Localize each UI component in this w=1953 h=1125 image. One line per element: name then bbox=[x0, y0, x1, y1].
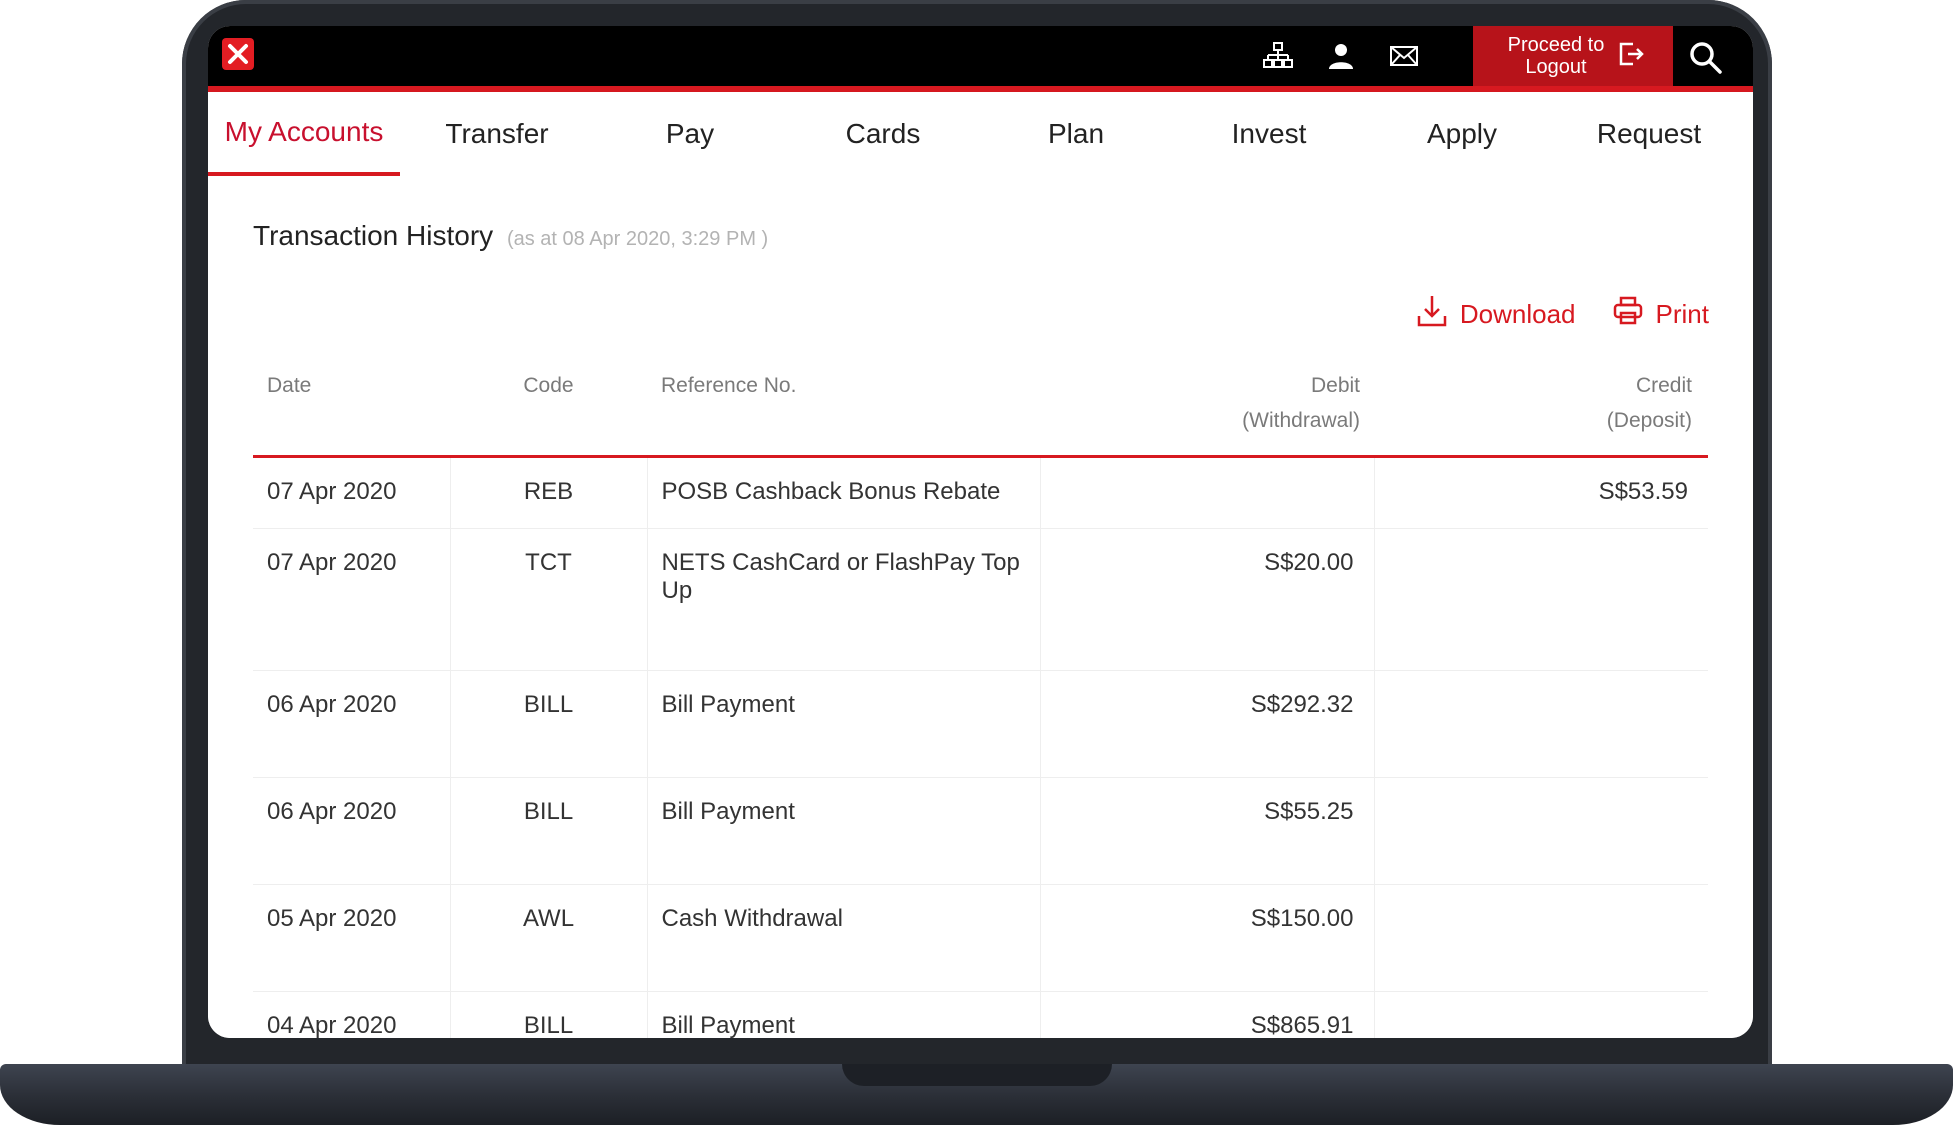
debit-header-line2: (Withdrawal) bbox=[1242, 409, 1360, 432]
credit-header-line2: (Deposit) bbox=[1606, 409, 1692, 432]
cell-reference: Bill Payment bbox=[647, 670, 1041, 778]
transaction-history-panel: Transaction History (as at 08 Apr 2020, … bbox=[208, 176, 1753, 1038]
nav-item-apply[interactable]: Apply bbox=[1366, 92, 1558, 176]
cell-reference: Bill Payment bbox=[647, 991, 1041, 1038]
cell-debit: S$20.00 bbox=[1040, 528, 1375, 671]
column-header-reference[interactable]: Reference No. bbox=[647, 356, 1040, 458]
download-label: Download bbox=[1459, 299, 1576, 329]
table-row[interactable]: 07 Apr 2020 TCT NETS CashCard or FlashPa… bbox=[253, 528, 1708, 671]
cell-code: AWL bbox=[450, 884, 648, 992]
cell-credit: S$53.59 bbox=[1374, 456, 1708, 529]
print-button[interactable]: Print bbox=[1612, 294, 1709, 335]
user-icon[interactable] bbox=[1323, 40, 1359, 72]
cell-credit bbox=[1374, 777, 1708, 885]
transaction-table: Date Code Reference No. Debit (Withdrawa… bbox=[253, 356, 1708, 1038]
cell-credit bbox=[1374, 670, 1708, 778]
debit-header-line1: Debit bbox=[1310, 374, 1360, 397]
cell-date: 06 Apr 2020 bbox=[253, 777, 451, 885]
table-row[interactable]: 05 Apr 2020 AWL Cash Withdrawal S$150.00 bbox=[253, 884, 1708, 992]
cell-reference: NETS CashCard or FlashPay Top Up bbox=[647, 528, 1041, 671]
cell-date: 06 Apr 2020 bbox=[253, 670, 451, 778]
nav-item-plan[interactable]: Plan bbox=[980, 92, 1172, 176]
column-header-credit[interactable]: Credit (Deposit) bbox=[1374, 356, 1708, 458]
logout-label: Proceed to Logout bbox=[1501, 34, 1611, 78]
nav-item-transfer[interactable]: Transfer bbox=[401, 92, 593, 176]
print-label: Print bbox=[1655, 299, 1709, 329]
logout-label-line1: Proceed to bbox=[1507, 34, 1605, 56]
column-header-date[interactable]: Date bbox=[253, 356, 450, 458]
table-row[interactable]: 07 Apr 2020 REB POSB Cashback Bonus Reba… bbox=[253, 456, 1708, 529]
cell-debit: S$292.32 bbox=[1040, 670, 1375, 778]
cell-date: 07 Apr 2020 bbox=[253, 456, 451, 529]
cell-credit bbox=[1374, 884, 1708, 992]
cell-reference: Bill Payment bbox=[647, 777, 1041, 885]
top-bar: Proceed to Logout bbox=[208, 26, 1753, 92]
cell-code: BILL bbox=[450, 670, 648, 778]
table-row[interactable]: 06 Apr 2020 BILL Bill Payment S$292.32 bbox=[253, 670, 1708, 778]
cell-date: 05 Apr 2020 bbox=[253, 884, 451, 992]
cell-code: TCT bbox=[450, 528, 648, 671]
column-header-code[interactable]: Code bbox=[450, 356, 647, 458]
table-row[interactable]: 04 Apr 2020 BILL Bill Payment S$865.91 bbox=[253, 991, 1708, 1038]
mail-icon[interactable] bbox=[1386, 40, 1422, 72]
table-row[interactable]: 06 Apr 2020 BILL Bill Payment S$55.25 bbox=[253, 777, 1708, 885]
nav-item-cards[interactable]: Cards bbox=[787, 92, 979, 176]
cell-reference: POSB Cashback Bonus Rebate bbox=[647, 456, 1041, 529]
page-title-text: Transaction History bbox=[253, 220, 494, 251]
table-header-row: Date Code Reference No. Debit (Withdrawa… bbox=[253, 356, 1708, 458]
download-icon bbox=[1416, 294, 1448, 335]
cell-date: 07 Apr 2020 bbox=[253, 528, 451, 671]
nav-item-request[interactable]: Request bbox=[1553, 92, 1745, 176]
cell-code: BILL bbox=[450, 777, 648, 885]
actions-toolbar: Download Print bbox=[1416, 294, 1709, 335]
logout-icon bbox=[1617, 40, 1645, 73]
nav-item-my-accounts[interactable]: My Accounts bbox=[208, 92, 400, 176]
printer-icon bbox=[1612, 295, 1644, 334]
bank-logo-icon[interactable] bbox=[222, 38, 254, 70]
credit-header-line1: Credit bbox=[1635, 374, 1692, 397]
cell-debit: S$55.25 bbox=[1040, 777, 1375, 885]
cell-debit bbox=[1040, 456, 1375, 529]
cell-reference: Cash Withdrawal bbox=[647, 884, 1041, 992]
download-button[interactable]: Download bbox=[1416, 294, 1576, 335]
screen: Proceed to Logout My Accounts Transfer P… bbox=[208, 26, 1753, 1038]
laptop-notch bbox=[842, 1064, 1112, 1086]
cell-debit: S$150.00 bbox=[1040, 884, 1375, 992]
cell-debit: S$865.91 bbox=[1040, 991, 1375, 1038]
column-header-debit[interactable]: Debit (Withdrawal) bbox=[1040, 356, 1374, 458]
search-icon[interactable] bbox=[1686, 38, 1726, 78]
nav-item-pay[interactable]: Pay bbox=[594, 92, 786, 176]
cell-code: BILL bbox=[450, 991, 648, 1038]
logout-button[interactable]: Proceed to Logout bbox=[1473, 26, 1673, 86]
sitemap-icon[interactable] bbox=[1260, 40, 1296, 72]
nav-item-invest[interactable]: Invest bbox=[1173, 92, 1365, 176]
logout-label-line2: Logout bbox=[1525, 56, 1587, 78]
cell-date: 04 Apr 2020 bbox=[253, 991, 451, 1038]
page-title: Transaction History (as at 08 Apr 2020, … bbox=[253, 220, 768, 252]
page-timestamp: (as at 08 Apr 2020, 3:29 PM ) bbox=[506, 228, 769, 250]
main-nav: My Accounts Transfer Pay Cards Plan Inve… bbox=[208, 92, 1753, 176]
cell-credit bbox=[1374, 528, 1708, 671]
cell-credit bbox=[1374, 991, 1708, 1038]
cell-code: REB bbox=[450, 456, 648, 529]
